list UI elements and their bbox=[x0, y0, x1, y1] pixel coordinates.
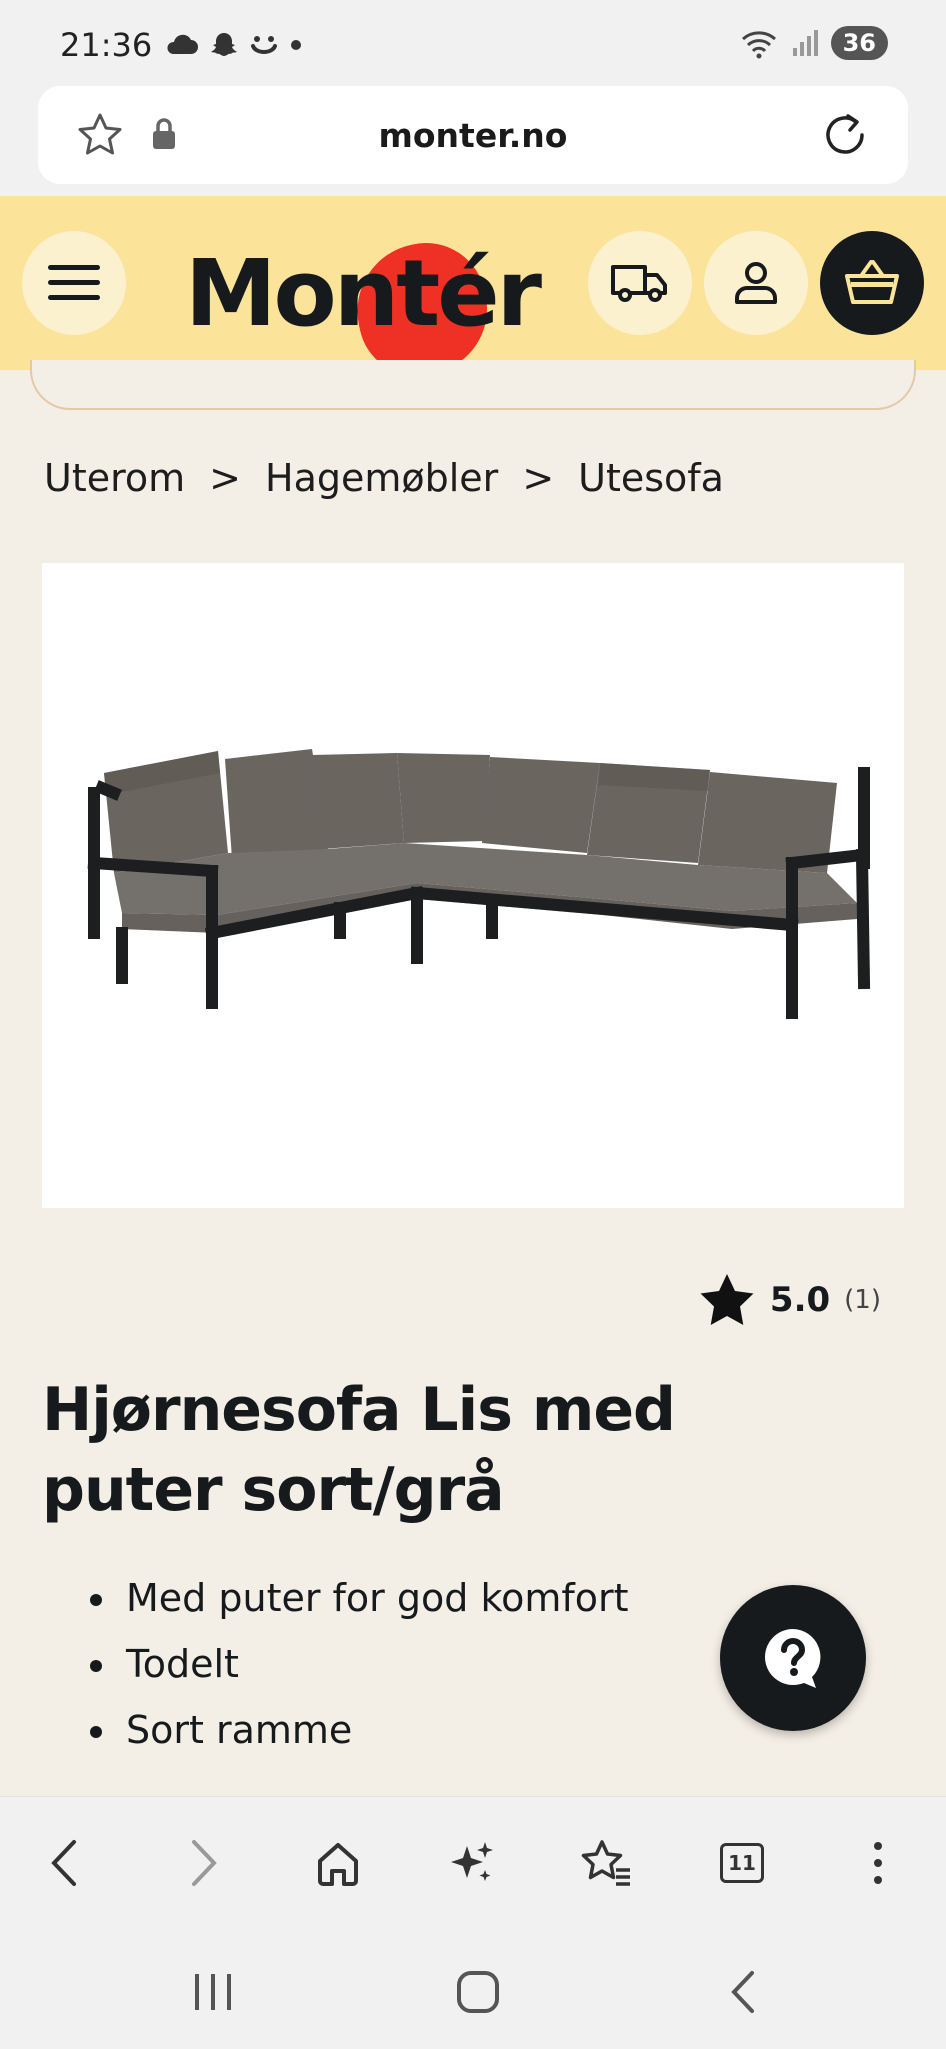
breadcrumb-separator: > bbox=[209, 456, 241, 500]
user-icon bbox=[735, 262, 777, 304]
product-image[interactable] bbox=[42, 563, 904, 1208]
home-square-icon bbox=[457, 1971, 499, 2013]
url-text[interactable]: monter.no bbox=[38, 116, 908, 155]
cloud-icon bbox=[167, 34, 198, 54]
breadcrumb-separator: > bbox=[522, 456, 555, 500]
tabs-count: 11 bbox=[720, 1843, 764, 1883]
status-right-icons: 36 bbox=[739, 26, 888, 60]
product-title: Hjørnesofa Lis med puter sort/grå bbox=[42, 1375, 676, 1525]
status-time: 21:36 bbox=[60, 26, 153, 64]
rating-value: 5.0 bbox=[769, 1280, 831, 1320]
recent-apps-button[interactable] bbox=[183, 1962, 243, 2022]
chevron-left-icon bbox=[51, 1840, 76, 1886]
logo-registered-mark: ® bbox=[507, 306, 521, 322]
monter-logo[interactable]: Montér ® bbox=[185, 230, 542, 387]
feature-item: Med puter for god komfort bbox=[90, 1565, 629, 1631]
breadcrumb-utesofa[interactable]: Utesofa bbox=[578, 456, 724, 500]
home-button[interactable] bbox=[310, 1835, 366, 1891]
browser-toolbar: 11 bbox=[0, 1796, 946, 1926]
snapchat-icon bbox=[211, 33, 237, 56]
battery-level: 36 bbox=[830, 26, 888, 60]
signal-icon bbox=[792, 30, 818, 56]
status-bar: 21:36 36 bbox=[0, 0, 946, 86]
cart-button[interactable] bbox=[820, 231, 924, 335]
account-button[interactable] bbox=[704, 231, 808, 335]
product-features: Med puter for god komfort Todelt Sort ra… bbox=[90, 1565, 629, 1763]
chevron-right-icon bbox=[192, 1840, 217, 1886]
home-nav-button[interactable] bbox=[448, 1962, 508, 2022]
status-left-icons bbox=[165, 30, 303, 60]
smile-icon bbox=[251, 36, 277, 54]
feature-item: Sort ramme bbox=[90, 1697, 629, 1763]
help-button[interactable] bbox=[720, 1585, 866, 1731]
search-bar-edge[interactable] bbox=[30, 360, 916, 410]
site-header: Montér ® bbox=[0, 196, 946, 387]
tabs-button[interactable]: 11 bbox=[714, 1835, 770, 1891]
reload-icon[interactable] bbox=[818, 108, 872, 162]
back-button[interactable] bbox=[36, 1835, 92, 1891]
star-icon bbox=[700, 1274, 754, 1325]
question-chat-icon bbox=[765, 1629, 821, 1688]
logo-text: Montér bbox=[185, 240, 542, 347]
dot-icon bbox=[291, 40, 301, 50]
back-nav-icon bbox=[731, 1971, 754, 2013]
browser-top-bar: monter.no bbox=[0, 86, 946, 196]
forward-button[interactable] bbox=[176, 1835, 232, 1891]
product-rating[interactable]: 5.0 (1) bbox=[698, 1272, 881, 1328]
wifi-icon bbox=[741, 31, 776, 59]
more-vertical-icon bbox=[874, 1842, 882, 1884]
bookmarks-button[interactable] bbox=[578, 1835, 634, 1891]
star-list-icon bbox=[581, 1840, 630, 1886]
basket-icon bbox=[845, 260, 899, 304]
home-icon bbox=[318, 1843, 358, 1886]
breadcrumb-hagemobler[interactable]: Hagemøbler bbox=[265, 456, 498, 500]
hamburger-icon bbox=[48, 265, 100, 300]
breadcrumb-uterom[interactable]: Uterom bbox=[44, 456, 185, 500]
delivery-button[interactable] bbox=[588, 231, 692, 335]
sparkle-icon bbox=[451, 1842, 493, 1881]
rating-count: (1) bbox=[844, 1285, 881, 1315]
corner-sofa-image bbox=[87, 749, 871, 1019]
menu-button[interactable] bbox=[22, 231, 126, 335]
back-nav-button[interactable] bbox=[713, 1962, 773, 2022]
feature-item: Todelt bbox=[90, 1631, 629, 1697]
truck-icon bbox=[611, 265, 667, 302]
breadcrumb: Uterom > Hagemøbler > Utesofa bbox=[44, 456, 724, 500]
recent-apps-icon bbox=[195, 1974, 231, 2010]
address-bar[interactable]: monter.no bbox=[38, 86, 908, 184]
more-menu-button[interactable] bbox=[850, 1835, 906, 1891]
ai-assistant-button[interactable] bbox=[444, 1835, 500, 1891]
system-nav-bar bbox=[0, 1926, 946, 2049]
